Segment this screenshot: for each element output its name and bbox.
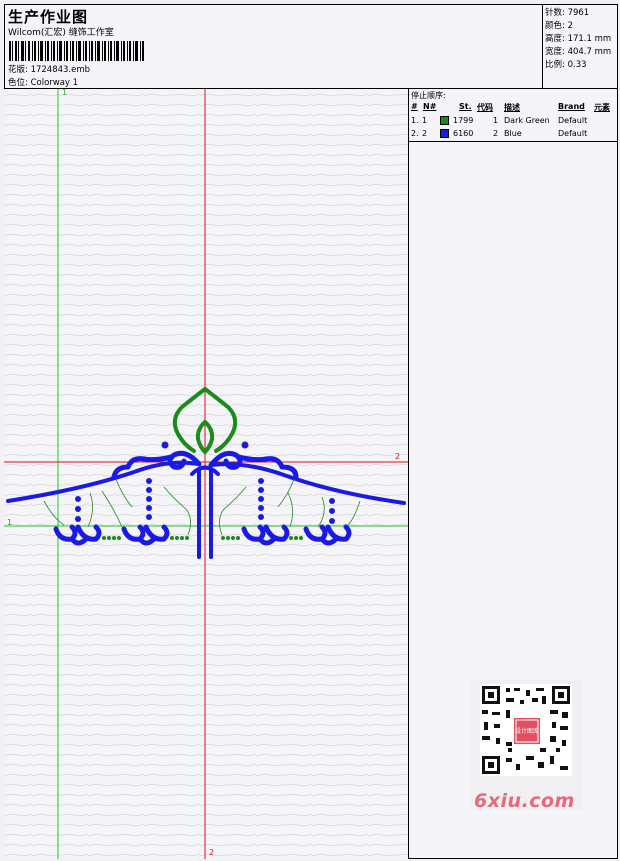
colorway: 色位: Colorway 1: [8, 76, 78, 88]
design-height: 高度: 171.1 mm: [545, 34, 612, 44]
sheet-title: 生产作业图: [8, 8, 89, 26]
color-swatch: [440, 116, 449, 125]
design-canvas[interactable]: 1 2 1 2: [4, 89, 409, 859]
guide-label-h2: 2: [395, 452, 401, 461]
design-value: 1724843.emb: [30, 65, 91, 75]
col-header-code: 代码: [477, 103, 493, 112]
col-header-element: 元素: [594, 103, 610, 112]
studio-name: Wilcom(汇宏) 缝饰工作室: [8, 28, 114, 38]
stop-sequence-caption: 停止顺序:: [411, 91, 446, 100]
watermark-text: 6xiu.com: [474, 790, 575, 812]
col-header-needle: N#: [423, 102, 437, 111]
col-header-description: 描述: [504, 103, 520, 112]
spec-panel: 针数: 7961 颜色: 2 高度: 171.1 mm 宽度: 404.7 mm…: [542, 4, 618, 89]
qr-stamp-text: 设计图库: [515, 727, 539, 735]
color-count: 颜色: 2: [545, 21, 573, 31]
col-header-brand: Brand: [558, 102, 585, 111]
stop-sequence-table: 停止顺序: # N# St. 代码 描述 Brand 元素 1. 1 1799 …: [409, 89, 618, 142]
guide-label-h1: 1: [7, 518, 13, 527]
guide-label-v2: 2: [209, 848, 215, 857]
design-width: 宽度: 404.7 mm: [545, 47, 612, 57]
color-swatch: [440, 129, 449, 138]
design-scale: 比例: 0.33: [545, 60, 587, 70]
sheet-header: 生产作业图 Wilcom(汇宏) 缝饰工作室 花版: 1724843.emb 色…: [4, 4, 618, 89]
colorway-value: Colorway 1: [30, 78, 79, 88]
col-header-index: #: [411, 102, 418, 111]
barcode: [9, 41, 144, 61]
guide-label-v1: 1: [62, 89, 68, 97]
embroidery-preview: [4, 89, 408, 859]
stitch-count: 针数: 7961: [545, 8, 590, 18]
colorway-label: 色位:: [8, 78, 28, 88]
col-header-stitches: St.: [459, 102, 472, 111]
design-label: 花版:: [8, 65, 28, 75]
design-file: 花版: 1724843.emb: [8, 63, 90, 75]
